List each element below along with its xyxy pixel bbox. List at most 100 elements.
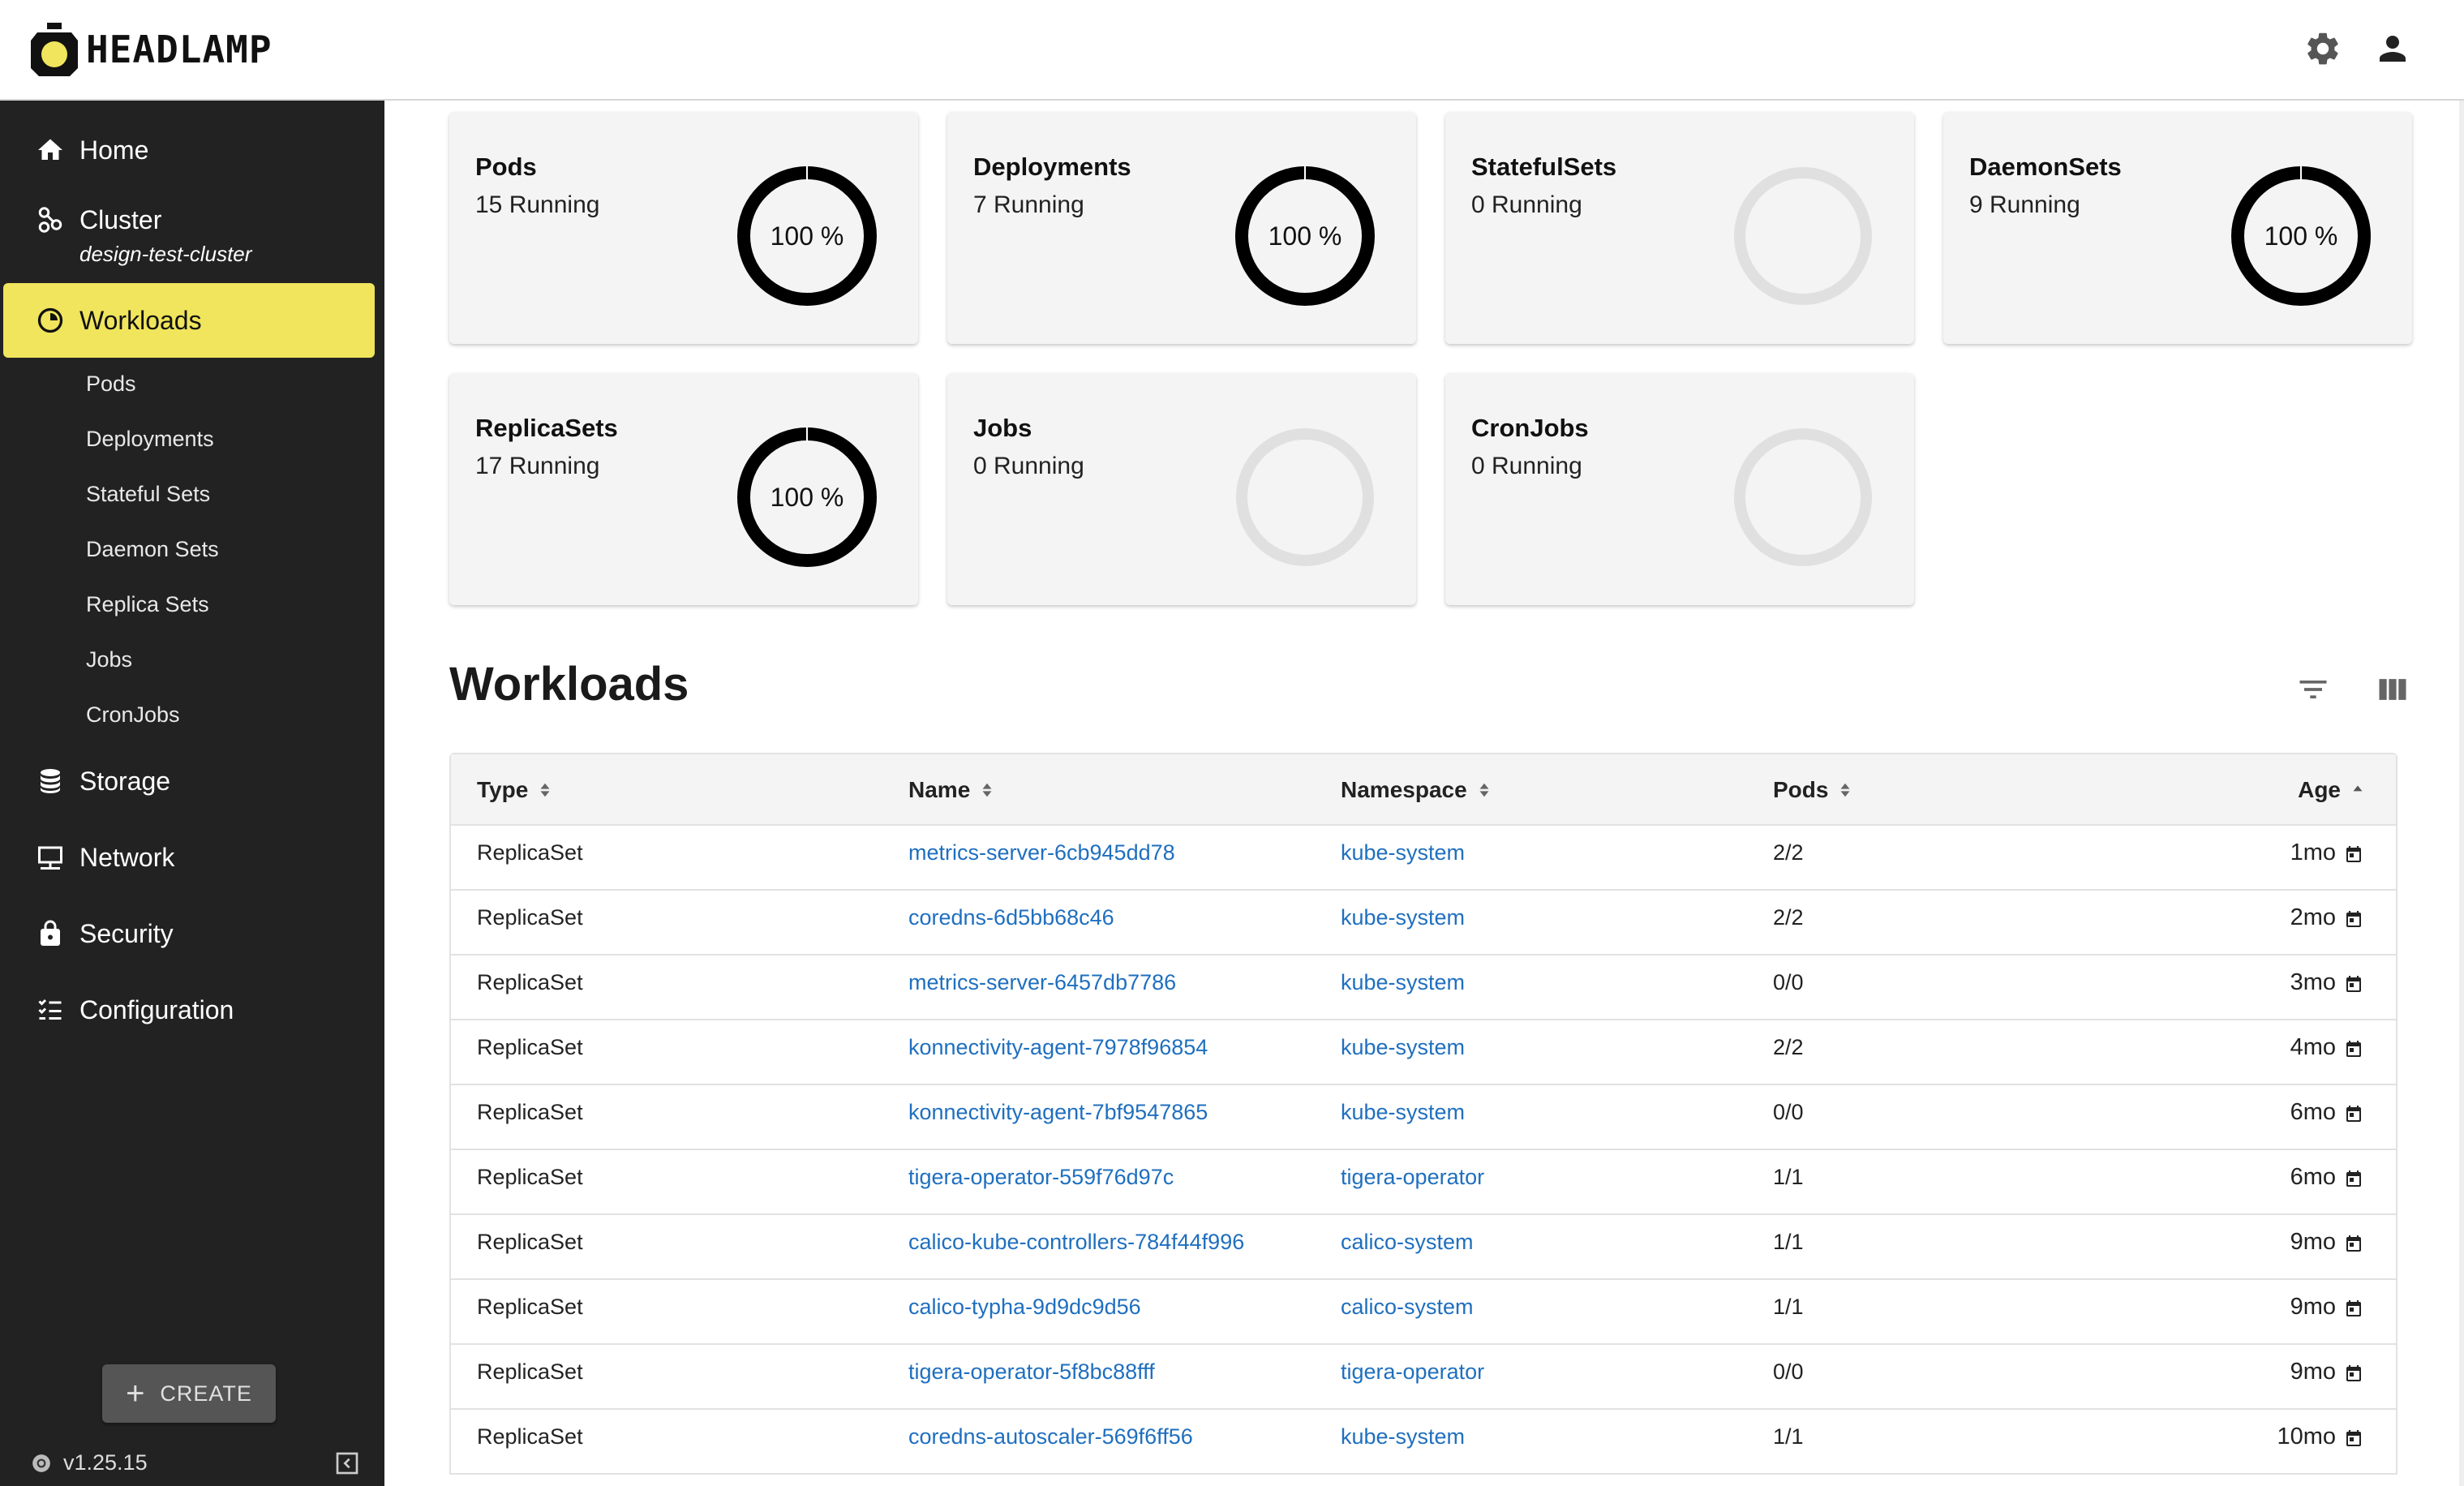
donut-chart: 100 % [733,423,881,571]
column-header-namespace[interactable]: Namespace [1341,754,1490,826]
namespace-link[interactable]: kube-system [1341,891,1465,944]
namespace-link[interactable]: kube-system [1341,1085,1465,1139]
logo-text: HEADLAMP [86,28,273,71]
namespace-link[interactable]: tigera-operator [1341,1150,1484,1204]
workload-name-link[interactable]: metrics-server-6cb945dd78 [908,826,1175,879]
donut-chart [1729,423,1877,571]
cell-age: 3mo [2290,956,2363,1009]
table-row: ReplicaSet calico-typha-9d9dc9d56 calico-s… [451,1280,2396,1345]
cluster-name[interactable]: design-test-cluster [79,242,251,267]
age-value: 10mo [2277,1423,2336,1449]
cell-age: 6mo [2290,1085,2363,1139]
age-value: 9mo [2290,1228,2336,1255]
sort-icon [1479,783,1489,797]
person-icon[interactable] [2373,29,2412,68]
table-row: ReplicaSet calico-kube-controllers-784f44… [451,1215,2396,1280]
namespace-link[interactable]: kube-system [1341,1410,1465,1463]
sidebar-subitem-stateful-sets[interactable]: Stateful Sets [86,482,210,507]
create-button[interactable]: + CREATE [102,1364,276,1423]
table-row: ReplicaSet tigera-operator-559f76d97c tige… [451,1150,2396,1215]
donut-percent-label: 100 % [770,221,844,251]
workload-name-link[interactable]: metrics-server-6457db7786 [908,956,1176,1009]
age-value: 3mo [2290,968,2336,995]
workload-name-link[interactable]: tigera-operator-559f76d97c [908,1150,1174,1204]
column-header-type[interactable]: Type [477,754,551,826]
status-card-jobs: Jobs 0 Running [947,373,1416,605]
column-header-age[interactable]: Age [2298,754,2363,826]
main-content: Pods 15 Running 100 % Deployments 7 Running 1… [384,101,2464,1486]
sidebar-item-label: Configuration [79,994,234,1024]
sidebar-subitem-cronjobs[interactable]: CronJobs [86,702,180,728]
sidebar-subitem-daemon-sets[interactable]: Daemon Sets [86,537,219,562]
sidebar-item-workloads[interactable]: Workloads [0,300,384,341]
card-title: StatefulSets [1471,152,1617,181]
sidebar-item-home[interactable]: Home [0,130,384,170]
card-title: CronJobs [1471,414,1589,442]
calendar-icon [2346,1170,2361,1187]
sidebar-item-cluster[interactable]: Cluster [0,200,384,240]
cell-age: 1mo [2290,826,2363,879]
cell-age: 9mo [2290,1345,2363,1398]
calendar-icon [2346,846,2361,862]
donut-percent-label: 100 % [1268,221,1342,251]
status-card-cronjobs: CronJobs 0 Running [1445,373,1914,605]
donut-percent-label [1231,423,1379,571]
namespace-link[interactable]: kube-system [1341,1020,1465,1074]
workload-name-link[interactable]: tigera-operator-5f8bc88fff [908,1345,1155,1398]
workload-name-link[interactable]: konnectivity-agent-7bf9547865 [908,1085,1208,1139]
sort-ascending-icon [2353,785,2363,792]
workload-name-link[interactable]: konnectivity-agent-7978f96854 [908,1020,1208,1074]
scrollbar[interactable] [2459,101,2464,1486]
sidebar-item-label: Storage [79,766,171,796]
table-row: ReplicaSet konnectivity-agent-7bf9547865 k… [451,1085,2396,1150]
namespace-link[interactable]: calico-system [1341,1280,1474,1334]
filter-icon[interactable] [2295,672,2331,707]
age-value: 6mo [2290,1163,2336,1190]
sidebar-subitem-deployments[interactable]: Deployments [86,427,214,452]
donut-chart: 100 % [2227,162,2375,310]
cell-pods: 2/2 [1773,904,1804,930]
collapse-sidebar-icon[interactable] [334,1450,360,1476]
cell-type: ReplicaSet [477,1034,583,1059]
sidebar-subitem-pods[interactable]: Pods [86,372,136,397]
card-title: DaemonSets [1969,152,2122,181]
namespace-link[interactable]: kube-system [1341,956,1465,1009]
card-running-count: 7 Running [973,191,1084,218]
sidebar: Home Cluster design-test-cluster Workloa… [0,101,384,1486]
workload-name-link[interactable]: calico-kube-controllers-784f44f996 [908,1215,1244,1269]
gear-icon[interactable] [2303,29,2342,68]
namespace-link[interactable]: kube-system [1341,826,1465,879]
column-header-name[interactable]: Name [908,754,993,826]
table-row: ReplicaSet metrics-server-6457db7786 kube-… [451,956,2396,1020]
page-title: Workloads [449,658,689,711]
sort-icon [540,783,550,797]
workload-name-link[interactable]: coredns-6d5bb68c46 [908,891,1114,944]
donut-chart: 100 % [733,162,881,310]
column-header-pods[interactable]: Pods [1773,754,1851,826]
card-running-count: 0 Running [1471,453,1582,479]
cell-pods: 0/0 [1773,969,1804,994]
sidebar-subitem-jobs[interactable]: Jobs [86,647,132,672]
sidebar-subitem-replica-sets[interactable]: Replica Sets [86,592,209,617]
table-row: ReplicaSet konnectivity-agent-7978f96854 k… [451,1020,2396,1085]
sidebar-item-network[interactable]: Network [0,837,384,878]
columns-icon[interactable] [2375,672,2410,707]
table-row: ReplicaSet coredns-autoscaler-569f6ff56 ku… [451,1410,2396,1475]
workload-name-link[interactable]: calico-typha-9d9dc9d56 [908,1280,1141,1334]
card-title: Pods [475,152,537,181]
namespace-link[interactable]: calico-system [1341,1215,1474,1269]
sidebar-item-security[interactable]: Security [0,913,384,954]
calendar-icon [2346,1106,2361,1122]
headlamp-logo[interactable]: HEADLAMP [31,21,273,78]
sidebar-item-storage[interactable]: Storage [0,761,384,801]
workload-name-link[interactable]: coredns-autoscaler-569f6ff56 [908,1410,1193,1463]
sidebar-item-configuration[interactable]: Configuration [0,990,384,1030]
cell-type: ReplicaSet [477,1424,583,1449]
sort-icon [1840,783,1850,797]
lock-icon [36,919,65,948]
status-card-statefulsets: StatefulSets 0 Running [1445,112,1914,344]
donut-percent-label: 100 % [2264,221,2338,251]
configuration-icon [36,995,65,1024]
namespace-link[interactable]: tigera-operator [1341,1345,1484,1398]
table-row: ReplicaSet coredns-6d5bb68c46 kube-system 2… [451,891,2396,956]
